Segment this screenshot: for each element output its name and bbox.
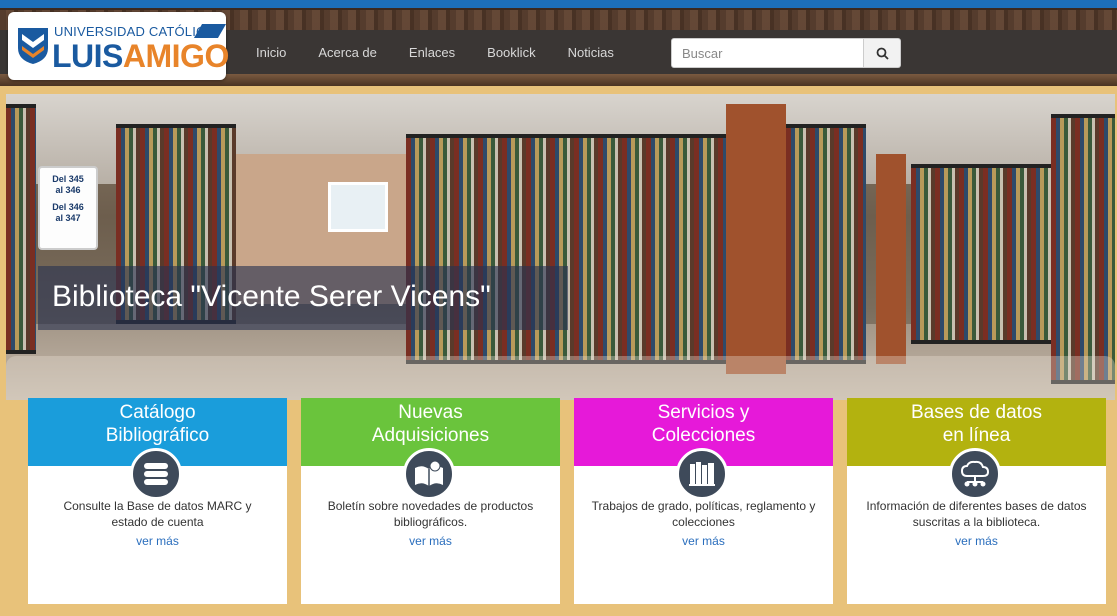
- card-bases-de-datos: Bases de datos en línea Información de di…: [847, 398, 1106, 604]
- card-catalogo: Catálogo Bibliográfico Consulte la Base d…: [28, 398, 287, 604]
- nav-booklick[interactable]: Booklick: [471, 45, 551, 60]
- bookshelf: [1051, 114, 1115, 384]
- search-icon: [876, 47, 889, 60]
- books-shelf-icon[interactable]: [676, 448, 728, 500]
- open-book-new-icon[interactable]: [403, 448, 455, 500]
- hero-bottom-shade: [6, 356, 1115, 400]
- page-title: Biblioteca "Vicente Serer Vicens": [52, 280, 491, 313]
- nav-enlaces[interactable]: Enlaces: [393, 45, 471, 60]
- hero-window: [328, 182, 388, 232]
- search-button[interactable]: [864, 38, 901, 68]
- nav-noticias[interactable]: Noticias: [552, 45, 630, 60]
- bookshelf: [911, 164, 1051, 344]
- card-description: Información de diferentes bases de datos…: [866, 499, 1087, 529]
- logo-name: LUISAMIGO: [52, 38, 229, 74]
- service-cards: Catálogo Bibliográfico Consulte la Base d…: [28, 398, 1108, 604]
- search-input[interactable]: [671, 38, 864, 68]
- search-form: [671, 38, 901, 68]
- university-logo[interactable]: UNIVERSIDAD CATÓLICA LUISAMIGO: [8, 12, 229, 80]
- hero-banner: Del 345 al 346 Del 346 al 347 Biblioteca "…: [6, 94, 1115, 400]
- nav-acerca-de[interactable]: Acerca de: [302, 45, 393, 60]
- site-header: UNIVERSIDAD CATÓLICA LUISAMIGO Inicio Ac…: [0, 0, 1117, 86]
- ver-mas-link[interactable]: ver más: [574, 534, 833, 548]
- card-description: Boletín sobre novedades de productos bibl…: [327, 499, 534, 529]
- logo-university-label: UNIVERSIDAD CATÓLICA: [54, 24, 215, 39]
- main-nav: Inicio Acerca de Enlaces Booklick Notici…: [240, 30, 630, 74]
- cloud-network-icon[interactable]: [949, 448, 1001, 500]
- card-servicios-colecciones: Servicios y Colecciones Trabajos de grado…: [574, 398, 833, 604]
- shelf-end-post: [876, 154, 906, 364]
- shelf-end-post: [726, 104, 786, 374]
- bookshelf: [786, 124, 866, 364]
- books-stack-icon[interactable]: [130, 448, 182, 500]
- card-nuevas-adquisiciones: Nuevas Adquisiciones Boletín sobre noveda…: [301, 398, 560, 604]
- logo-shield-icon: [18, 28, 48, 64]
- ver-mas-link[interactable]: ver más: [847, 534, 1106, 548]
- nav-inicio[interactable]: Inicio: [240, 45, 302, 60]
- card-description: Trabajos de grado, políticas, reglamento…: [591, 499, 816, 529]
- ver-mas-link[interactable]: ver más: [301, 534, 560, 548]
- hero-title-box: Biblioteca "Vicente Serer Vicens": [38, 266, 568, 330]
- shelf-range-sign: Del 345 al 346 Del 346 al 347: [38, 166, 98, 250]
- bookshelf: [6, 104, 36, 354]
- card-description: Consulte la Base de datos MARC y estado d…: [63, 499, 252, 529]
- ver-mas-link[interactable]: ver más: [28, 534, 287, 548]
